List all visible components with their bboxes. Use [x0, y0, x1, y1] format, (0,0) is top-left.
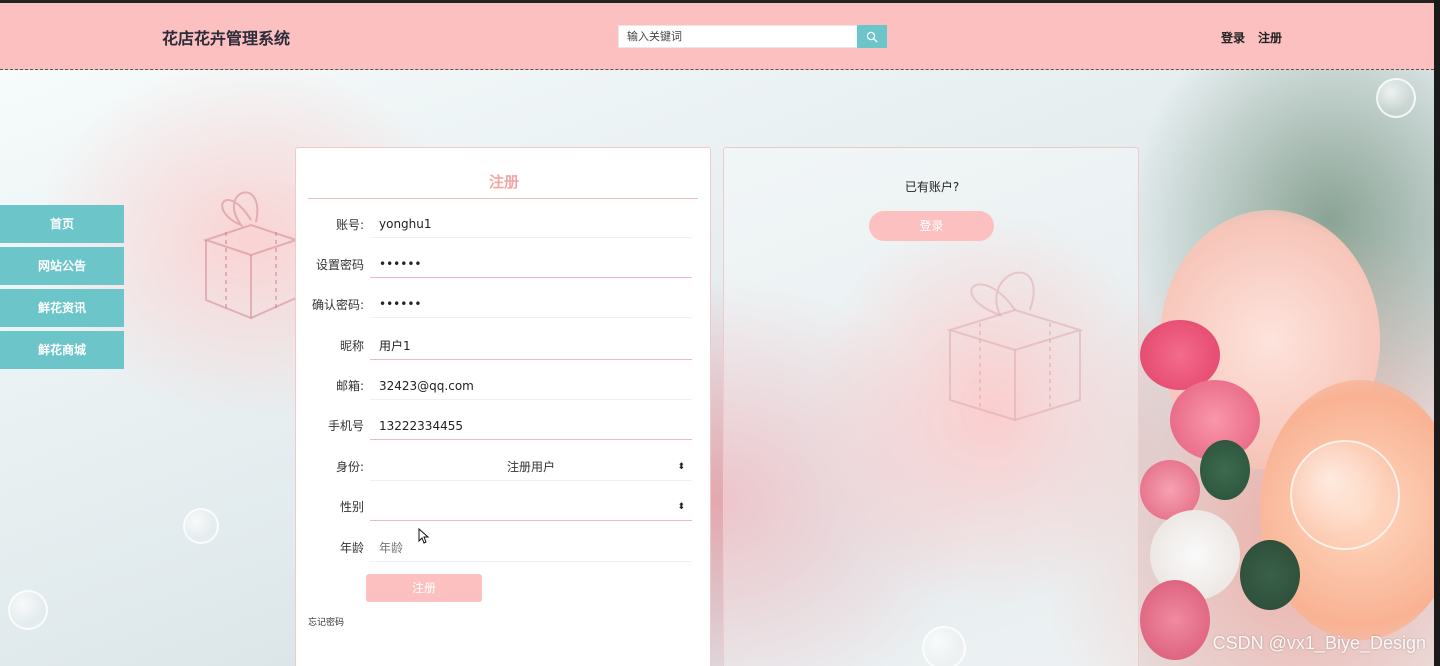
- top-header: 花店花卉管理系统 输入关键词 登录 注册: [0, 0, 1434, 70]
- account-input[interactable]: yonghu1: [370, 210, 692, 238]
- search-button[interactable]: [857, 25, 887, 48]
- password-label: 设置密码: [315, 258, 364, 272]
- has-account-prompt: 已有账户?: [904, 180, 960, 194]
- role-label: 身份:: [335, 460, 364, 474]
- window-frame-edge: [1434, 0, 1440, 666]
- search-icon: [866, 31, 878, 42]
- account-label: 账号:: [335, 218, 364, 232]
- gender-select[interactable]: ⬍: [370, 493, 692, 521]
- role-select-value: 注册用户: [506, 460, 555, 474]
- bubble-decoration: [183, 508, 219, 544]
- email-label: 邮箱:: [335, 379, 364, 393]
- sidebar-item-flower-shop[interactable]: 鲜花商城: [0, 331, 124, 369]
- bubble-decoration: [1376, 78, 1416, 118]
- role-select[interactable]: 注册用户 ⬍: [370, 453, 692, 481]
- forgot-password-link[interactable]: 忘记密码: [308, 615, 344, 628]
- sidebar-item-announcements[interactable]: 网站公告: [0, 247, 124, 285]
- phone-label: 手机号: [327, 419, 364, 433]
- csdn-watermark: CSDN @vx1_Biye_Design: [1212, 633, 1426, 653]
- gift-box-illustration: [202, 191, 300, 320]
- header-register-link[interactable]: 注册: [1258, 29, 1282, 46]
- gender-label: 性别: [339, 500, 364, 514]
- email-input[interactable]: 32423@qq.com: [370, 372, 692, 400]
- select-arrows-icon: ⬍: [677, 502, 685, 512]
- search-input[interactable]: 输入关键词: [618, 25, 858, 48]
- sidebar-nav: 首页 网站公告 鲜花资讯 鲜花商城: [0, 205, 124, 373]
- select-arrows-icon: ⬍: [677, 462, 685, 472]
- site-title: 花店花卉管理系统: [162, 29, 291, 48]
- age-label: 年龄: [339, 541, 364, 555]
- register-submit-button[interactable]: 注册: [366, 574, 482, 602]
- flower-bouquet-image: [1140, 210, 1440, 666]
- header-login-link[interactable]: 登录: [1221, 29, 1245, 46]
- login-button[interactable]: 登录: [869, 211, 994, 241]
- register-panel: 注册 账号: yonghu1 设置密码 •••••• 确认密码: •••••• …: [295, 147, 711, 666]
- password-input[interactable]: ••••••: [370, 250, 692, 278]
- nickname-label: 昵称: [339, 339, 364, 353]
- sidebar-item-home[interactable]: 首页: [0, 205, 124, 243]
- bubble-decoration: [8, 590, 48, 630]
- confirm-password-input[interactable]: ••••••: [370, 290, 692, 318]
- confirm-password-label: 确认密码:: [311, 298, 364, 312]
- register-title: 注册: [488, 173, 519, 191]
- sidebar-item-flower-news[interactable]: 鲜花资讯: [0, 289, 124, 327]
- title-divider: [308, 198, 698, 199]
- login-panel: 已有账户? 登录: [723, 147, 1139, 666]
- phone-input[interactable]: 13222334455: [370, 412, 692, 440]
- nickname-input[interactable]: 用户1: [370, 332, 692, 360]
- mouse-cursor-icon: [418, 528, 430, 544]
